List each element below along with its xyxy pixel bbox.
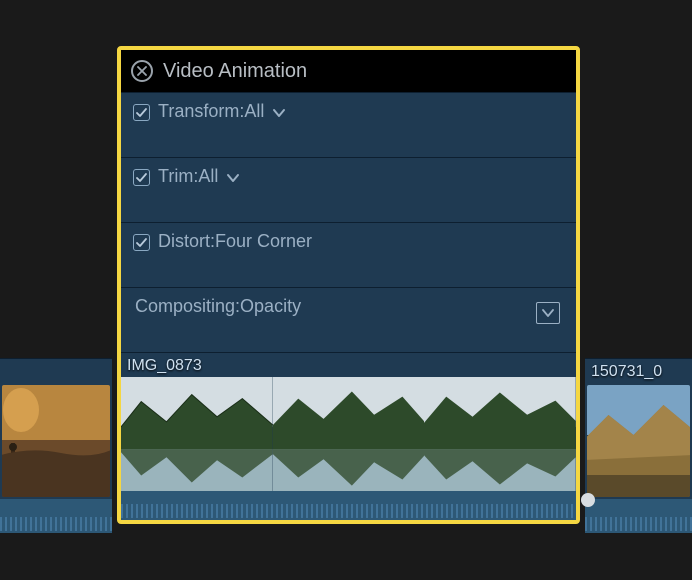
marker-icon[interactable]: [581, 493, 595, 507]
effect-label-text: Distort:Four Corner: [158, 231, 312, 252]
effect-row-transform[interactable]: Transform:All: [121, 92, 576, 157]
thumbnail-frame: [273, 377, 425, 492]
clip-thumbnail: [587, 385, 690, 497]
effect-label: Compositing:Opacity: [135, 296, 301, 317]
audio-waveform[interactable]: [0, 499, 112, 533]
timeline-clip-right[interactable]: 150731_0: [585, 358, 692, 533]
effect-label: Trim:All: [158, 166, 240, 187]
effect-label: Transform:All: [158, 101, 286, 122]
effect-label-text: Transform:All: [158, 101, 264, 122]
panel-title: Video Animation: [163, 60, 307, 83]
effect-row-compositing[interactable]: Compositing:Opacity: [121, 287, 576, 352]
panel-header: Video Animation: [121, 50, 576, 92]
effect-checkbox[interactable]: [133, 234, 150, 251]
timeline-clip-left[interactable]: [0, 358, 112, 533]
close-icon[interactable]: [131, 60, 153, 82]
effect-checkbox[interactable]: [133, 169, 150, 186]
effect-label-text: Trim:All: [158, 166, 218, 187]
effect-row-trim[interactable]: Trim:All: [121, 157, 576, 222]
effect-label-text: Compositing:Opacity: [135, 296, 301, 317]
clip-name-label: IMG_0873: [121, 353, 208, 375]
chevron-down-icon[interactable]: [272, 108, 286, 118]
chevron-down-icon[interactable]: [226, 173, 240, 183]
effect-row-distort[interactable]: Distort:Four Corner: [121, 222, 576, 287]
thumbnail-frame: [121, 377, 273, 492]
audio-waveform[interactable]: [585, 499, 692, 533]
effect-checkbox[interactable]: [133, 104, 150, 121]
clip-name-label: 150731_0: [585, 359, 668, 381]
effect-label: Distort:Four Corner: [158, 231, 312, 252]
expand-icon[interactable]: [536, 302, 560, 324]
clip-filmstrip[interactable]: IMG_0873: [121, 352, 576, 520]
video-animation-panel: Video Animation Transform:All Trim:All D…: [117, 46, 580, 524]
clip-thumbnail: [2, 385, 110, 497]
thumbnail-frame: [424, 377, 576, 492]
audio-waveform[interactable]: [121, 491, 576, 520]
thumbnail-strip: [121, 377, 576, 492]
